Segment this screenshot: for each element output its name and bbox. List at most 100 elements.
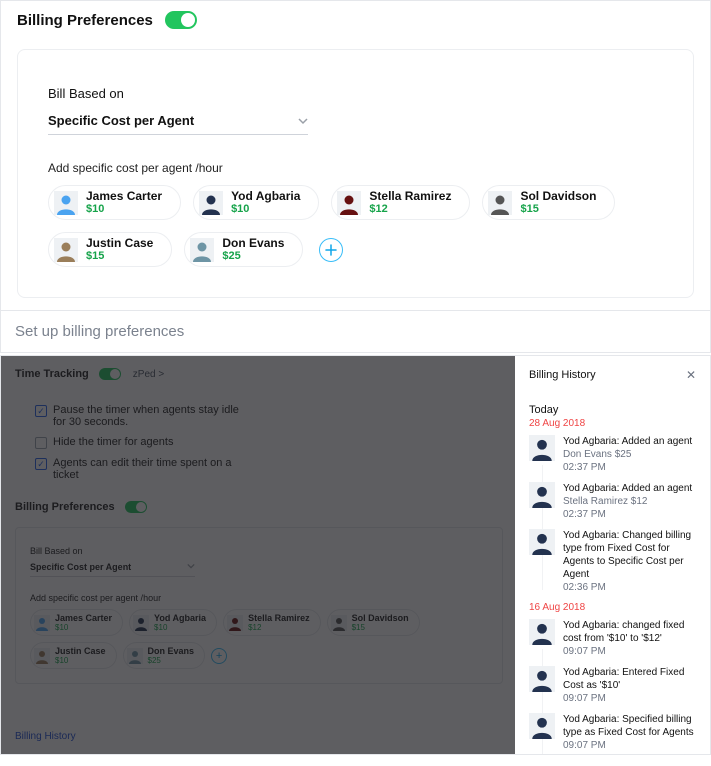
- close-icon[interactable]: ✕: [686, 368, 696, 382]
- agent-name: Stella Ramirez: [369, 190, 451, 203]
- billing-history-panel: Billing History ✕ Today 28 Aug 2018 Yod …: [515, 356, 710, 754]
- agent-chip[interactable]: James Carter$10: [48, 185, 181, 220]
- avatar: [34, 615, 50, 631]
- agent-cost: $25: [222, 250, 284, 262]
- agent-cost: $12: [369, 203, 451, 215]
- agent-cost: $10: [55, 656, 106, 665]
- history-item: Yod Agbaria: Changed billing type from F…: [529, 529, 696, 594]
- agent-cost: $10: [154, 623, 206, 632]
- agent-chip-small: Stella Ramirez$12: [223, 609, 321, 636]
- history-item: Yod Agbaria: Added an agentStella Ramire…: [529, 482, 696, 521]
- agent-cost: $12: [248, 623, 310, 632]
- history-time: 02:37 PM: [563, 508, 692, 521]
- dim-agents-row: James Carter$10Yod Agbaria$10Stella Rami…: [30, 609, 488, 669]
- agent-chip[interactable]: Justin Case$15: [48, 232, 172, 267]
- checkbox-icon: [35, 437, 47, 449]
- agent-name: Sol Davidson: [520, 190, 596, 203]
- agent-chip[interactable]: Don Evans$25: [184, 232, 303, 267]
- agent-chip-small: Justin Case$10: [30, 642, 117, 669]
- agent-cost: $15: [520, 203, 596, 215]
- avatar: [331, 615, 347, 631]
- agent-name: Yod Agbaria: [154, 613, 206, 623]
- check-item: Pause the timer when agents stay idle fo…: [35, 404, 503, 428]
- panel-title: Billing History: [529, 369, 596, 381]
- history-title: Yod Agbaria: changed fixed cost from '$1…: [563, 619, 696, 645]
- history-title: Yod Agbaria: Added an agent: [563, 482, 692, 495]
- bill-method-value: Specific Cost per Agent: [48, 113, 194, 128]
- bill-based-label: Bill Based on: [48, 86, 663, 101]
- add-agent-button[interactable]: [319, 238, 343, 262]
- agent-name: Justin Case: [55, 646, 106, 656]
- billing-card: Bill Based on Specific Cost per Agent Ad…: [17, 49, 694, 298]
- billing-history-modal: Time Tracking zPed > Pause the timer whe…: [0, 355, 711, 755]
- chevron-down-icon: [298, 116, 308, 126]
- agent-name: Don Evans: [148, 646, 195, 656]
- agents-row: James Carter$10Yod Agbaria$10Stella Rami…: [48, 185, 663, 267]
- dim-time-tracking-toggle: [99, 368, 121, 380]
- dim-background: Time Tracking zPed > Pause the timer whe…: [1, 356, 517, 754]
- dim-billing-card: Bill Based on Specific Cost per Agent Ad…: [15, 527, 503, 684]
- agent-chip-small: Sol Davidson$15: [327, 609, 420, 636]
- agent-name: Don Evans: [222, 237, 284, 250]
- dim-bill-method: Specific Cost per Agent: [30, 562, 131, 572]
- history-time: 09:07 PM: [563, 739, 696, 752]
- avatar: [227, 615, 243, 631]
- agent-cost: $10: [86, 203, 162, 215]
- dim-billing-pref-title: Billing Preferences: [15, 501, 115, 513]
- history-title: Yod Agbaria: Changed billing type from F…: [563, 529, 696, 581]
- dim-breadcrumb: zPed >: [133, 369, 164, 380]
- agent-name: Justin Case: [86, 237, 153, 250]
- history-title: Yod Agbaria: Specified billing type as F…: [563, 713, 696, 739]
- history-item: Yod Agbaria: Added an agentDon Evans $25…: [529, 435, 696, 474]
- check-item: Hide the timer for agents: [35, 436, 503, 449]
- dim-checklist: Pause the timer when agents stay idle fo…: [35, 404, 503, 481]
- checkbox-icon: [35, 405, 47, 417]
- agent-chip-small: Don Evans$25: [123, 642, 206, 669]
- chevron-down-icon: [187, 562, 195, 570]
- avatar: [190, 238, 214, 262]
- check-item: Agents can edit their time spent on a ti…: [35, 457, 503, 481]
- dim-time-tracking-title: Time Tracking: [15, 368, 89, 380]
- avatar: [199, 191, 223, 215]
- agent-cost: $25: [148, 656, 195, 665]
- agent-chip[interactable]: Stella Ramirez$12: [331, 185, 470, 220]
- section-title: Billing Preferences: [17, 12, 153, 29]
- caption: Set up billing preferences: [0, 311, 711, 353]
- billing-toggle[interactable]: [165, 11, 197, 29]
- bill-method-select[interactable]: Specific Cost per Agent: [48, 111, 308, 135]
- agent-name: Yod Agbaria: [231, 190, 300, 203]
- history-date-1: 28 Aug 2018: [529, 418, 696, 429]
- history-time: 09:07 PM: [563, 692, 696, 705]
- history-detail: Stella Ramirez $12: [563, 495, 692, 508]
- history-group-2: Yod Agbaria: changed fixed cost from '$1…: [529, 619, 696, 754]
- agent-cost: $15: [86, 250, 153, 262]
- avatar: [54, 191, 78, 215]
- avatar: [133, 615, 149, 631]
- avatar: [54, 238, 78, 262]
- avatar: [34, 648, 50, 664]
- dim-billing-history-link: Billing History: [15, 731, 76, 742]
- history-time: 09:07 PM: [563, 645, 696, 658]
- history-title: Yod Agbaria: Entered Fixed Cost as '$10': [563, 666, 696, 692]
- agent-name: Sol Davidson: [352, 613, 409, 623]
- history-title: Yod Agbaria: Added an agent: [563, 435, 692, 448]
- avatar: [529, 619, 555, 645]
- check-text: Pause the timer when agents stay idle fo…: [53, 404, 253, 428]
- dim-bill-based-label: Bill Based on: [30, 546, 488, 556]
- history-item: Yod Agbaria: Specified billing type as F…: [529, 713, 696, 752]
- avatar: [529, 482, 555, 508]
- add-agent-button: +: [211, 648, 227, 664]
- agent-cost: $15: [352, 623, 409, 632]
- agent-chip-small: James Carter$10: [30, 609, 123, 636]
- agent-cost: $10: [231, 203, 300, 215]
- section-header: Billing Preferences: [17, 11, 694, 29]
- history-time: 02:36 PM: [563, 581, 696, 594]
- today-label: Today: [529, 404, 696, 416]
- agent-cost: $10: [55, 623, 112, 632]
- agent-name: Stella Ramirez: [248, 613, 310, 623]
- avatar: [529, 435, 555, 461]
- history-date-2: 16 Aug 2018: [529, 602, 696, 613]
- avatar: [529, 713, 555, 739]
- agent-chip[interactable]: Yod Agbaria$10: [193, 185, 319, 220]
- agent-chip[interactable]: Sol Davidson$15: [482, 185, 615, 220]
